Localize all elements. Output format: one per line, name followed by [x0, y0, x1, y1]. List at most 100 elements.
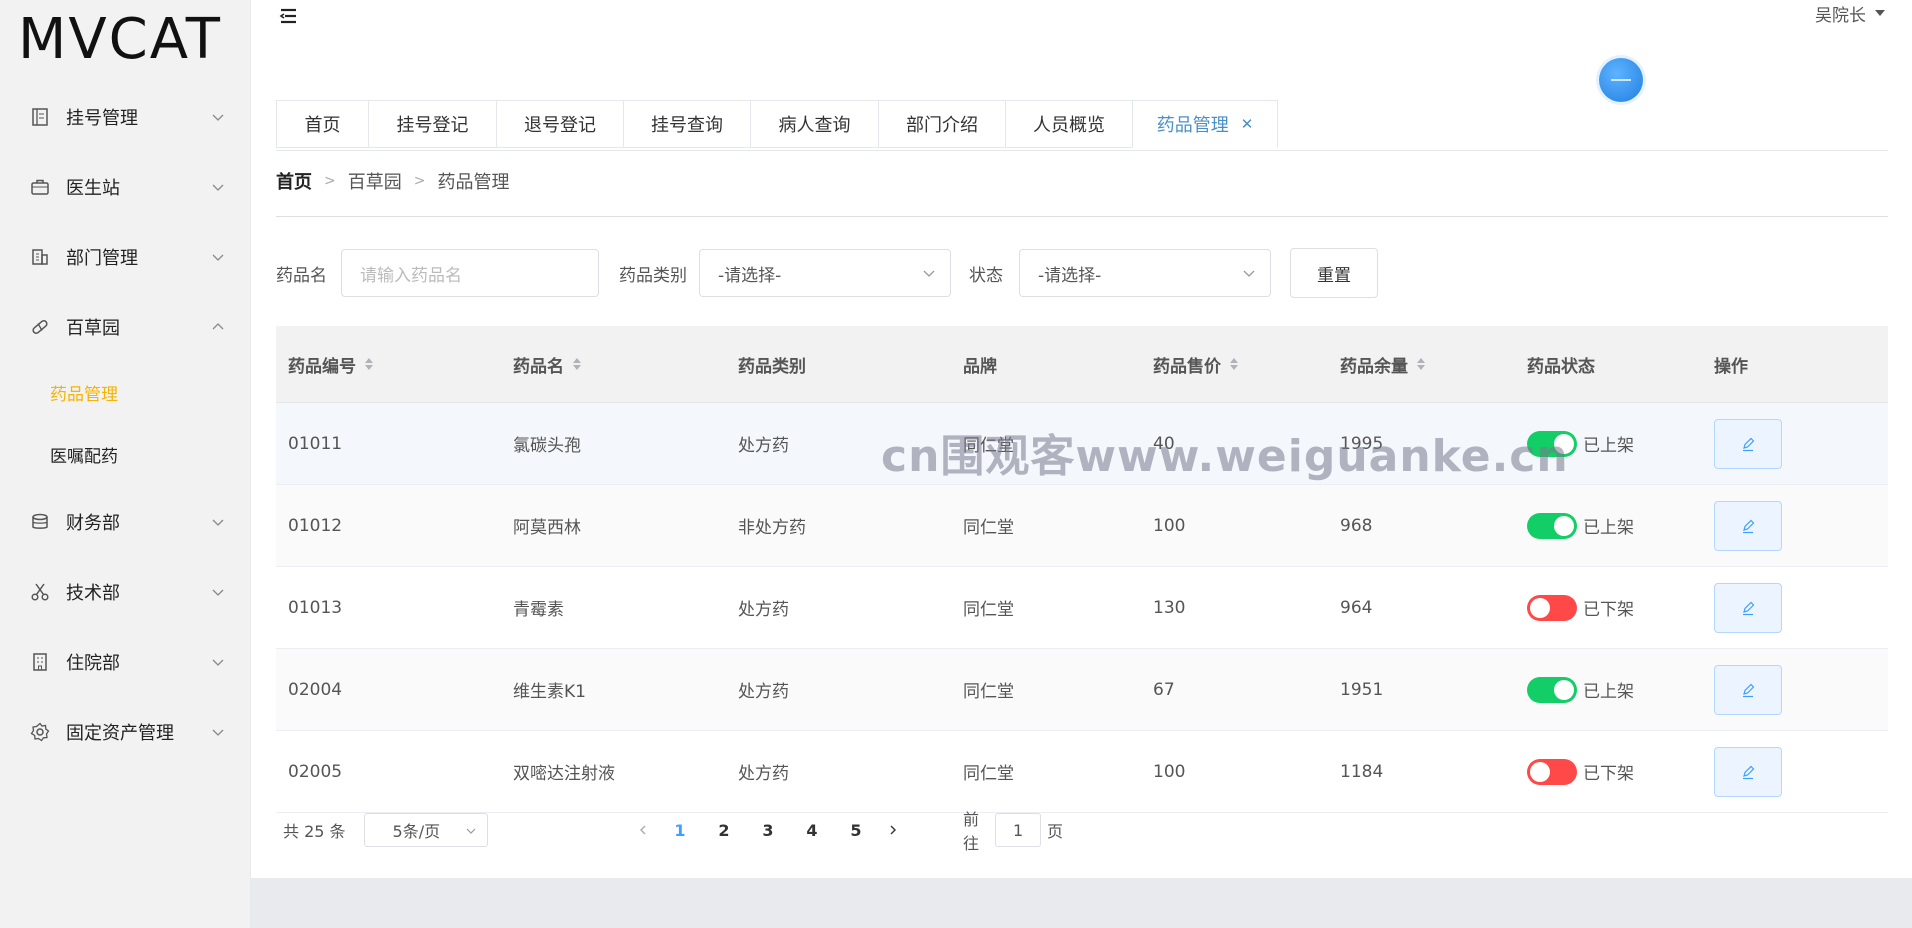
cell-id: 01013 — [288, 597, 343, 618]
tab-registration[interactable]: 挂号登记 — [368, 100, 496, 148]
user-menu[interactable]: 吴院长 — [1815, 0, 1886, 26]
sidebar-item-finance[interactable]: 财务部 — [0, 497, 250, 547]
page-size-select[interactable]: 5条/页 — [363, 813, 488, 847]
sidebar-item-inpatient[interactable]: 住院部 — [0, 637, 250, 687]
chevron-down-icon — [212, 254, 224, 261]
col-stock[interactable]: 药品余量 — [1328, 352, 1515, 377]
goto-value: 1 — [1012, 820, 1024, 840]
cell-brand: 同仁堂 — [963, 764, 1014, 784]
col-price[interactable]: 药品售价 — [1141, 352, 1328, 377]
cell-stock: 1951 — [1340, 679, 1384, 700]
sidebar-item-herb-garden[interactable]: 百草园 — [0, 302, 250, 352]
sidebar-item-doctor-station[interactable]: 医生站 — [0, 162, 250, 212]
reset-button[interactable]: 重置 — [1290, 248, 1378, 298]
avatar[interactable] — [1599, 58, 1643, 102]
gear-icon — [28, 720, 52, 744]
pagination: 共 25 条 5条/页 1 2 3 4 5 前往 1 页 — [283, 810, 1063, 853]
user-name: 吴院长 — [1815, 5, 1866, 26]
chevron-down-icon — [466, 828, 475, 834]
divider — [276, 216, 1888, 217]
cell-category: 处方药 — [738, 682, 789, 702]
page-number[interactable]: 3 — [746, 815, 790, 845]
goto-suffix: 页 — [1047, 822, 1064, 841]
building-icon — [28, 245, 52, 269]
page-number[interactable]: 4 — [790, 815, 834, 845]
total-count: 共 25 条 — [283, 822, 346, 841]
col-drug-name[interactable]: 药品名 — [501, 352, 726, 377]
next-page-button[interactable] — [878, 815, 908, 845]
status-toggle[interactable] — [1527, 676, 1577, 703]
tab-label: 部门介绍 — [906, 115, 978, 136]
menu-toggle-icon[interactable] — [279, 6, 299, 26]
breadcrumb-item[interactable]: 首页 — [276, 168, 312, 194]
tab-label: 首页 — [304, 115, 341, 136]
tab-label: 药品管理 — [1156, 115, 1229, 136]
tab-department-intro[interactable]: 部门介绍 — [878, 100, 1005, 148]
sort-icon[interactable] — [1416, 357, 1426, 371]
drug-name-input[interactable]: 请输入药品名 — [341, 249, 599, 297]
sidebar-item-tech[interactable]: 技术部 — [0, 567, 250, 617]
tab-bar: 首页 挂号登记 退号登记 挂号查询 病人查询 部门介绍 人员概览 药品管理 ✕ — [276, 100, 1888, 151]
sidebar-subitem-label: 药品管理 — [50, 384, 118, 405]
cell-price: 130 — [1153, 597, 1186, 618]
table-row: 01013 青霉素 处方药 同仁堂 130 964 已下架 — [276, 567, 1888, 649]
col-drug-id[interactable]: 药品编号 — [276, 352, 501, 377]
page-number[interactable]: 2 — [702, 815, 746, 845]
chevron-down-icon — [212, 589, 224, 596]
col-brand: 品牌 — [951, 352, 1141, 377]
cell-category: 非处方药 — [738, 518, 806, 538]
col-label: 操作 — [1714, 356, 1748, 377]
cell-name: 氯碳头孢 — [513, 436, 581, 456]
page-nav: 1 2 3 4 5 — [628, 812, 908, 848]
edit-button[interactable] — [1714, 500, 1782, 551]
cell-stock: 1995 — [1340, 433, 1384, 454]
col-actions: 操作 — [1702, 352, 1888, 377]
status-text: 已上架 — [1583, 518, 1634, 538]
edit-button[interactable] — [1714, 582, 1782, 633]
sort-icon[interactable] — [364, 357, 374, 371]
chevron-down-icon — [1243, 270, 1255, 277]
status-label: 状态 — [969, 265, 1003, 286]
cell-status: 已上架 — [1515, 676, 1702, 703]
document-icon — [28, 105, 52, 129]
sidebar-subitem-drug-management[interactable]: 药品管理 — [0, 370, 250, 414]
sidebar-item-departments[interactable]: 部门管理 — [0, 232, 250, 282]
tab-drug-management[interactable]: 药品管理 ✕ — [1132, 100, 1278, 148]
tab-registration-query[interactable]: 挂号查询 — [623, 100, 750, 148]
status-select[interactable]: -请选择- — [1019, 249, 1271, 297]
cell-brand: 同仁堂 — [963, 518, 1014, 538]
cell-price: 40 — [1153, 433, 1175, 454]
sort-icon[interactable] — [572, 357, 582, 371]
edit-button[interactable] — [1714, 664, 1782, 715]
edit-button[interactable] — [1714, 746, 1782, 797]
col-label: 药品余量 — [1340, 356, 1408, 377]
tab-staff-overview[interactable]: 人员概览 — [1005, 100, 1132, 148]
tab-patient-query[interactable]: 病人查询 — [750, 100, 878, 148]
close-icon[interactable]: ✕ — [1241, 115, 1254, 133]
cell-id: 01011 — [288, 433, 343, 454]
sort-icon[interactable] — [1229, 357, 1239, 371]
goto-page-input[interactable]: 1 — [995, 813, 1042, 847]
category-select[interactable]: -请选择- — [699, 249, 951, 297]
tab-cancel-registration[interactable]: 退号登记 — [496, 100, 623, 148]
sidebar-subitem-prescription[interactable]: 医嘱配药 — [0, 432, 250, 476]
prev-page-button[interactable] — [628, 815, 658, 845]
status-toggle[interactable] — [1527, 594, 1577, 621]
sidebar-item-registration[interactable]: 挂号管理 — [0, 92, 250, 142]
status-toggle[interactable] — [1527, 758, 1577, 785]
page-number[interactable]: 1 — [658, 815, 702, 845]
sidebar-item-label: 技术部 — [66, 583, 120, 604]
filter-bar: 药品名 请输入药品名 药品类别 -请选择- 状态 -请选择- 重置 — [276, 248, 1378, 298]
status-toggle[interactable] — [1527, 430, 1577, 457]
status-toggle[interactable] — [1527, 512, 1577, 539]
cell-name: 双嘧达注射液 — [513, 764, 615, 784]
edit-icon — [1743, 437, 1755, 451]
tab-label: 人员概览 — [1033, 115, 1105, 136]
page-number[interactable]: 5 — [834, 815, 878, 845]
chevron-left-icon — [640, 825, 646, 835]
tab-home[interactable]: 首页 — [276, 100, 368, 148]
sidebar-item-fixed-assets[interactable]: 固定资产管理 — [0, 707, 250, 757]
edit-button[interactable] — [1714, 418, 1782, 469]
app-logo: MVCAT — [18, 6, 222, 72]
edit-icon — [1743, 601, 1755, 615]
